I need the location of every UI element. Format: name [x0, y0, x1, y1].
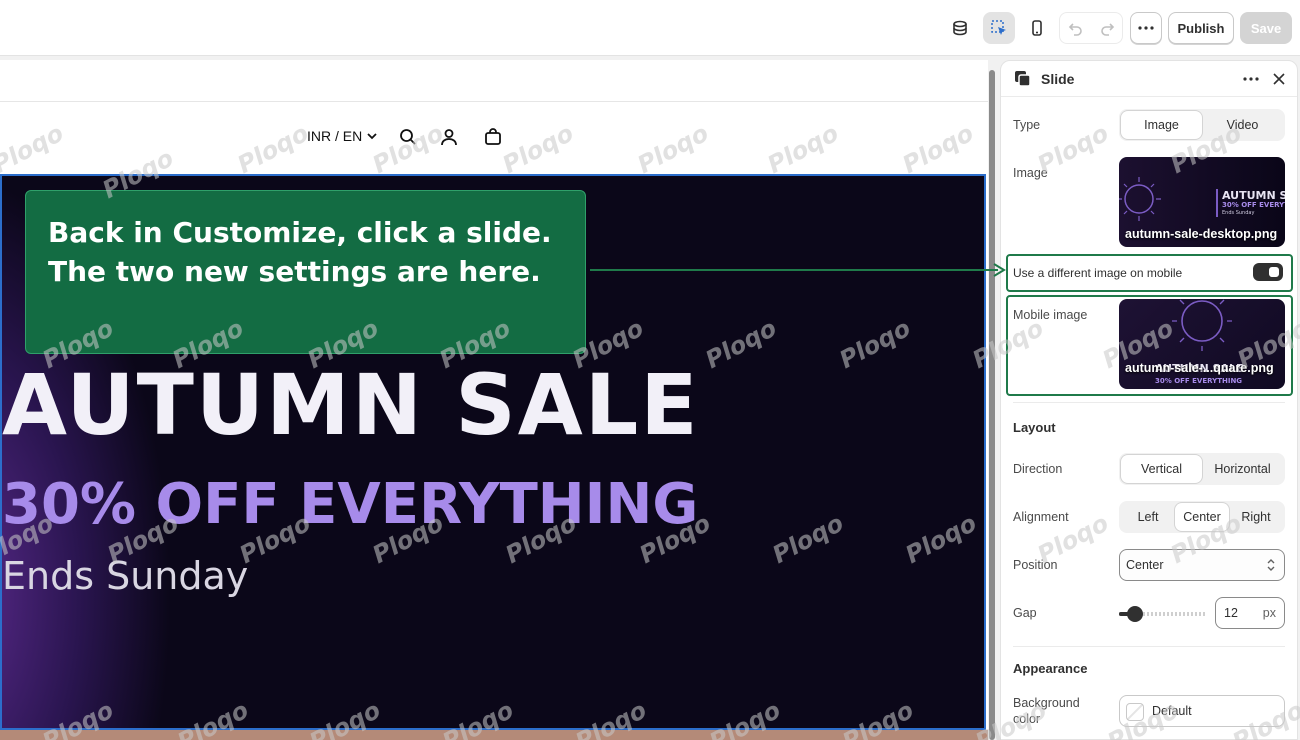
type-segmented-control: Image Video — [1119, 109, 1285, 141]
alignment-option-center[interactable]: Center — [1175, 503, 1229, 531]
type-option-video[interactable]: Video — [1202, 111, 1283, 139]
alignment-segmented-control: Left Center Right — [1119, 501, 1285, 533]
mobile-icon[interactable] — [1021, 12, 1053, 44]
hero-note: Ends Sunday — [2, 554, 249, 598]
close-icon[interactable] — [1269, 69, 1289, 89]
tutorial-callout: Back in Customize, click a slide. The tw… — [25, 190, 586, 354]
desktop-image-thumbnail[interactable]: AUTUMN SA 30% OFF EVERYTH Ends Sunday au… — [1119, 157, 1285, 247]
select-cursor-icon[interactable] — [983, 12, 1015, 44]
image-label: Image — [1013, 166, 1048, 180]
sun-graphic-icon — [1119, 177, 1161, 221]
scrollbar-thumb[interactable] — [989, 70, 995, 740]
next-section-edge — [0, 730, 988, 740]
panel-more-icon[interactable] — [1241, 69, 1261, 89]
type-option-image[interactable]: Image — [1121, 111, 1202, 139]
appearance-section-title: Appearance — [1013, 661, 1088, 676]
callout-text: Back in Customize, click a slide. The tw… — [48, 216, 552, 288]
callout-arrow-icon — [590, 263, 1006, 277]
position-select[interactable]: Center — [1119, 549, 1285, 581]
cart-icon[interactable] — [483, 127, 503, 147]
position-value: Center — [1126, 558, 1164, 572]
position-label: Position — [1013, 558, 1058, 572]
gap-slider-handle[interactable] — [1127, 606, 1143, 622]
store-header: INR / EN — [0, 103, 988, 173]
gap-input[interactable]: 12 px — [1215, 597, 1285, 629]
thumb-accent-bar — [1216, 189, 1218, 217]
hero-subtitle: 30% OFF EVERYTHING — [2, 472, 699, 537]
editor-top-bar: Publish Save — [0, 0, 1300, 56]
preview-canvas: INR / EN AUTUMN SALE 30% OFF EVERYTHING … — [0, 60, 988, 740]
desktop-image-filename: autumn-sale-desktop.png — [1125, 227, 1278, 241]
panel-header: Slide — [1001, 61, 1297, 97]
background-color-label: Background color — [1013, 696, 1080, 726]
section-divider — [1013, 402, 1285, 403]
save-button[interactable]: Save — [1240, 12, 1292, 44]
alignment-label: Alignment — [1013, 510, 1069, 524]
highlight-mobile-image — [1006, 295, 1293, 396]
direction-option-vertical[interactable]: Vertical — [1121, 455, 1202, 483]
desktop-thumb-note: Ends Sunday — [1222, 210, 1255, 216]
background-color-value: Default — [1152, 704, 1192, 718]
highlight-mobile-toggle — [1006, 254, 1293, 292]
undo-redo-group — [1059, 12, 1123, 44]
color-swatch-icon — [1126, 703, 1144, 721]
slide-stack-icon — [1015, 71, 1031, 87]
database-icon[interactable] — [944, 12, 976, 44]
more-actions-button[interactable] — [1130, 12, 1162, 44]
locale-selector[interactable]: INR / EN — [307, 128, 378, 144]
gap-value: 12 — [1224, 606, 1238, 620]
redo-icon[interactable] — [1091, 13, 1122, 45]
gap-unit: px — [1262, 606, 1276, 620]
settings-panel: Slide Type Image Video Image AUTUMN SA 3… — [1000, 60, 1298, 740]
layout-section-title: Layout — [1013, 420, 1056, 435]
alignment-option-left[interactable]: Left — [1121, 503, 1175, 531]
chevron-up-down-icon — [1267, 559, 1275, 571]
panel-title: Slide — [1041, 71, 1075, 87]
account-icon[interactable] — [439, 127, 459, 147]
background-color-picker[interactable]: Default — [1119, 695, 1285, 727]
desktop-thumb-subtitle: 30% OFF EVERYTH — [1222, 201, 1285, 209]
direction-label: Direction — [1013, 462, 1063, 476]
undo-icon[interactable] — [1060, 13, 1091, 45]
locale-label: INR / EN — [307, 128, 363, 144]
canvas-scrollbar[interactable] — [988, 60, 998, 740]
alignment-option-right[interactable]: Right — [1229, 503, 1283, 531]
app-root: Publish Save INR / EN AUTUMN SALE 30% OF… — [0, 0, 1300, 740]
type-label: Type — [1013, 118, 1041, 132]
gap-label: Gap — [1013, 606, 1037, 620]
chevron-down-icon — [367, 133, 377, 140]
more-dots-icon — [1138, 26, 1154, 30]
section-divider — [1013, 646, 1285, 647]
search-icon[interactable] — [398, 127, 418, 147]
publish-button[interactable]: Publish — [1168, 12, 1234, 44]
direction-segmented-control: Vertical Horizontal — [1119, 453, 1285, 485]
announcement-bar — [0, 60, 988, 102]
hero-title: AUTUMN SALE — [2, 356, 700, 454]
direction-option-horizontal[interactable]: Horizontal — [1202, 455, 1283, 483]
